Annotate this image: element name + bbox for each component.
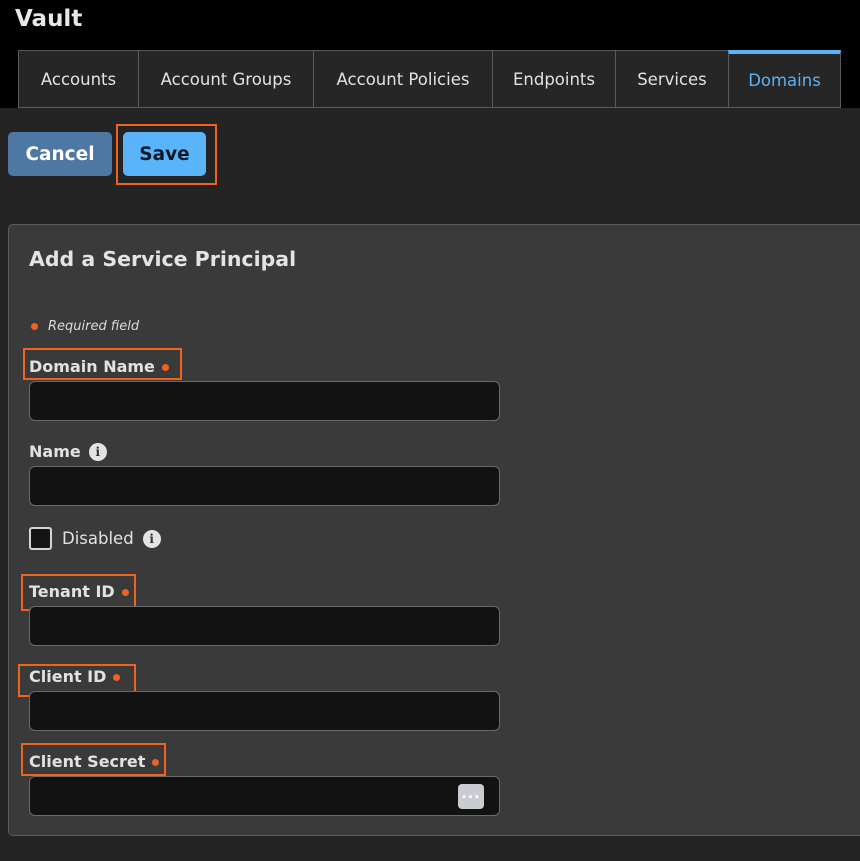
client-secret-label-text: Client Secret: [29, 752, 146, 771]
client-secret-field[interactable]: [29, 776, 500, 816]
client-id-field[interactable]: [29, 691, 500, 731]
domain-name-label-text: Domain Name: [29, 357, 155, 376]
name-label: Name i: [29, 442, 107, 461]
domain-name-field[interactable]: [29, 381, 500, 421]
tenant-id-input[interactable]: [30, 607, 499, 645]
tenant-id-field[interactable]: [29, 606, 500, 646]
required-dot-icon: [113, 674, 121, 681]
client-secret-label: Client Secret: [29, 752, 160, 771]
save-button[interactable]: Save: [123, 132, 206, 176]
required-dot-icon: [152, 759, 160, 766]
tenant-id-label-text: Tenant ID: [29, 582, 115, 601]
required-dot-icon: [161, 364, 169, 371]
tab-bar: Accounts Account Groups Account Policies…: [18, 50, 841, 108]
app-title: Vault: [15, 6, 83, 32]
tenant-id-label: Tenant ID: [29, 582, 129, 601]
info-icon[interactable]: i: [142, 529, 161, 548]
ellipsis-icon[interactable]: ...: [458, 784, 484, 809]
tab-accounts[interactable]: Accounts: [18, 50, 138, 108]
required-dot-icon: [121, 589, 129, 596]
disabled-row: Disabled i: [29, 527, 161, 550]
domain-name-label: Domain Name: [29, 357, 169, 376]
domain-name-input[interactable]: [30, 382, 499, 420]
tab-endpoints[interactable]: Endpoints: [492, 50, 615, 108]
info-icon[interactable]: i: [88, 442, 107, 461]
required-note: Required field: [31, 319, 139, 334]
cancel-button[interactable]: Cancel: [8, 132, 112, 176]
client-secret-input[interactable]: [30, 777, 499, 815]
client-id-input[interactable]: [30, 692, 499, 730]
tab-account-groups[interactable]: Account Groups: [138, 50, 313, 108]
client-id-label: Client ID: [29, 667, 121, 686]
name-label-text: Name: [29, 442, 81, 461]
client-id-label-text: Client ID: [29, 667, 107, 686]
tab-domains[interactable]: Domains: [728, 50, 841, 108]
tab-services[interactable]: Services: [615, 50, 728, 108]
tab-account-policies[interactable]: Account Policies: [313, 50, 492, 108]
required-note-text: Required field: [48, 319, 140, 334]
top-bar: Vault Accounts Account Groups Account Po…: [0, 0, 860, 108]
disabled-checkbox[interactable]: [29, 527, 52, 550]
form-title: Add a Service Principal: [29, 247, 297, 271]
name-field[interactable]: [29, 466, 500, 506]
disabled-label: Disabled: [62, 529, 134, 548]
required-dot-icon: [31, 323, 38, 330]
name-input[interactable]: [30, 467, 499, 505]
